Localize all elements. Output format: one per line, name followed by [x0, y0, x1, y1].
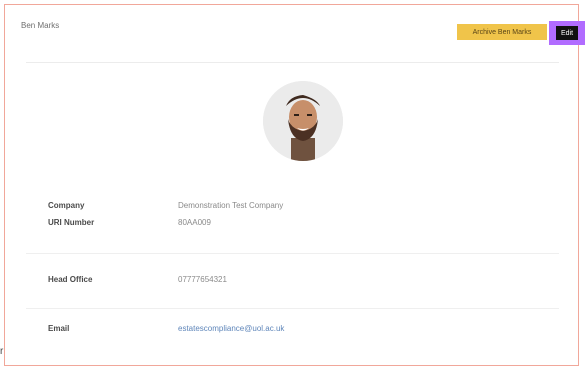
head-office-value: 07777654321 [178, 275, 227, 284]
section-divider [26, 253, 559, 254]
edge-text: r [0, 346, 4, 357]
email-label: Email [48, 324, 70, 333]
urn-value: 80AA009 [178, 218, 211, 227]
person-avatar-icon [263, 81, 343, 161]
profile-card: Ben Marks Archive Ben Marks Edit Company… [4, 4, 585, 366]
edit-highlight: Edit [549, 21, 585, 45]
section-divider [26, 308, 559, 309]
head-office-label: Head Office [48, 275, 93, 284]
page-title: Ben Marks [21, 21, 60, 30]
edit-button[interactable]: Edit [556, 26, 578, 40]
email-link[interactable]: estatescompliance@uol.ac.uk [178, 324, 284, 333]
company-label: Company [48, 201, 85, 210]
urn-label: URI Number [48, 218, 95, 227]
company-value: Demonstration Test Company [178, 201, 284, 210]
archive-button[interactable]: Archive Ben Marks [457, 24, 547, 40]
header-divider [26, 62, 559, 63]
avatar [263, 81, 343, 161]
